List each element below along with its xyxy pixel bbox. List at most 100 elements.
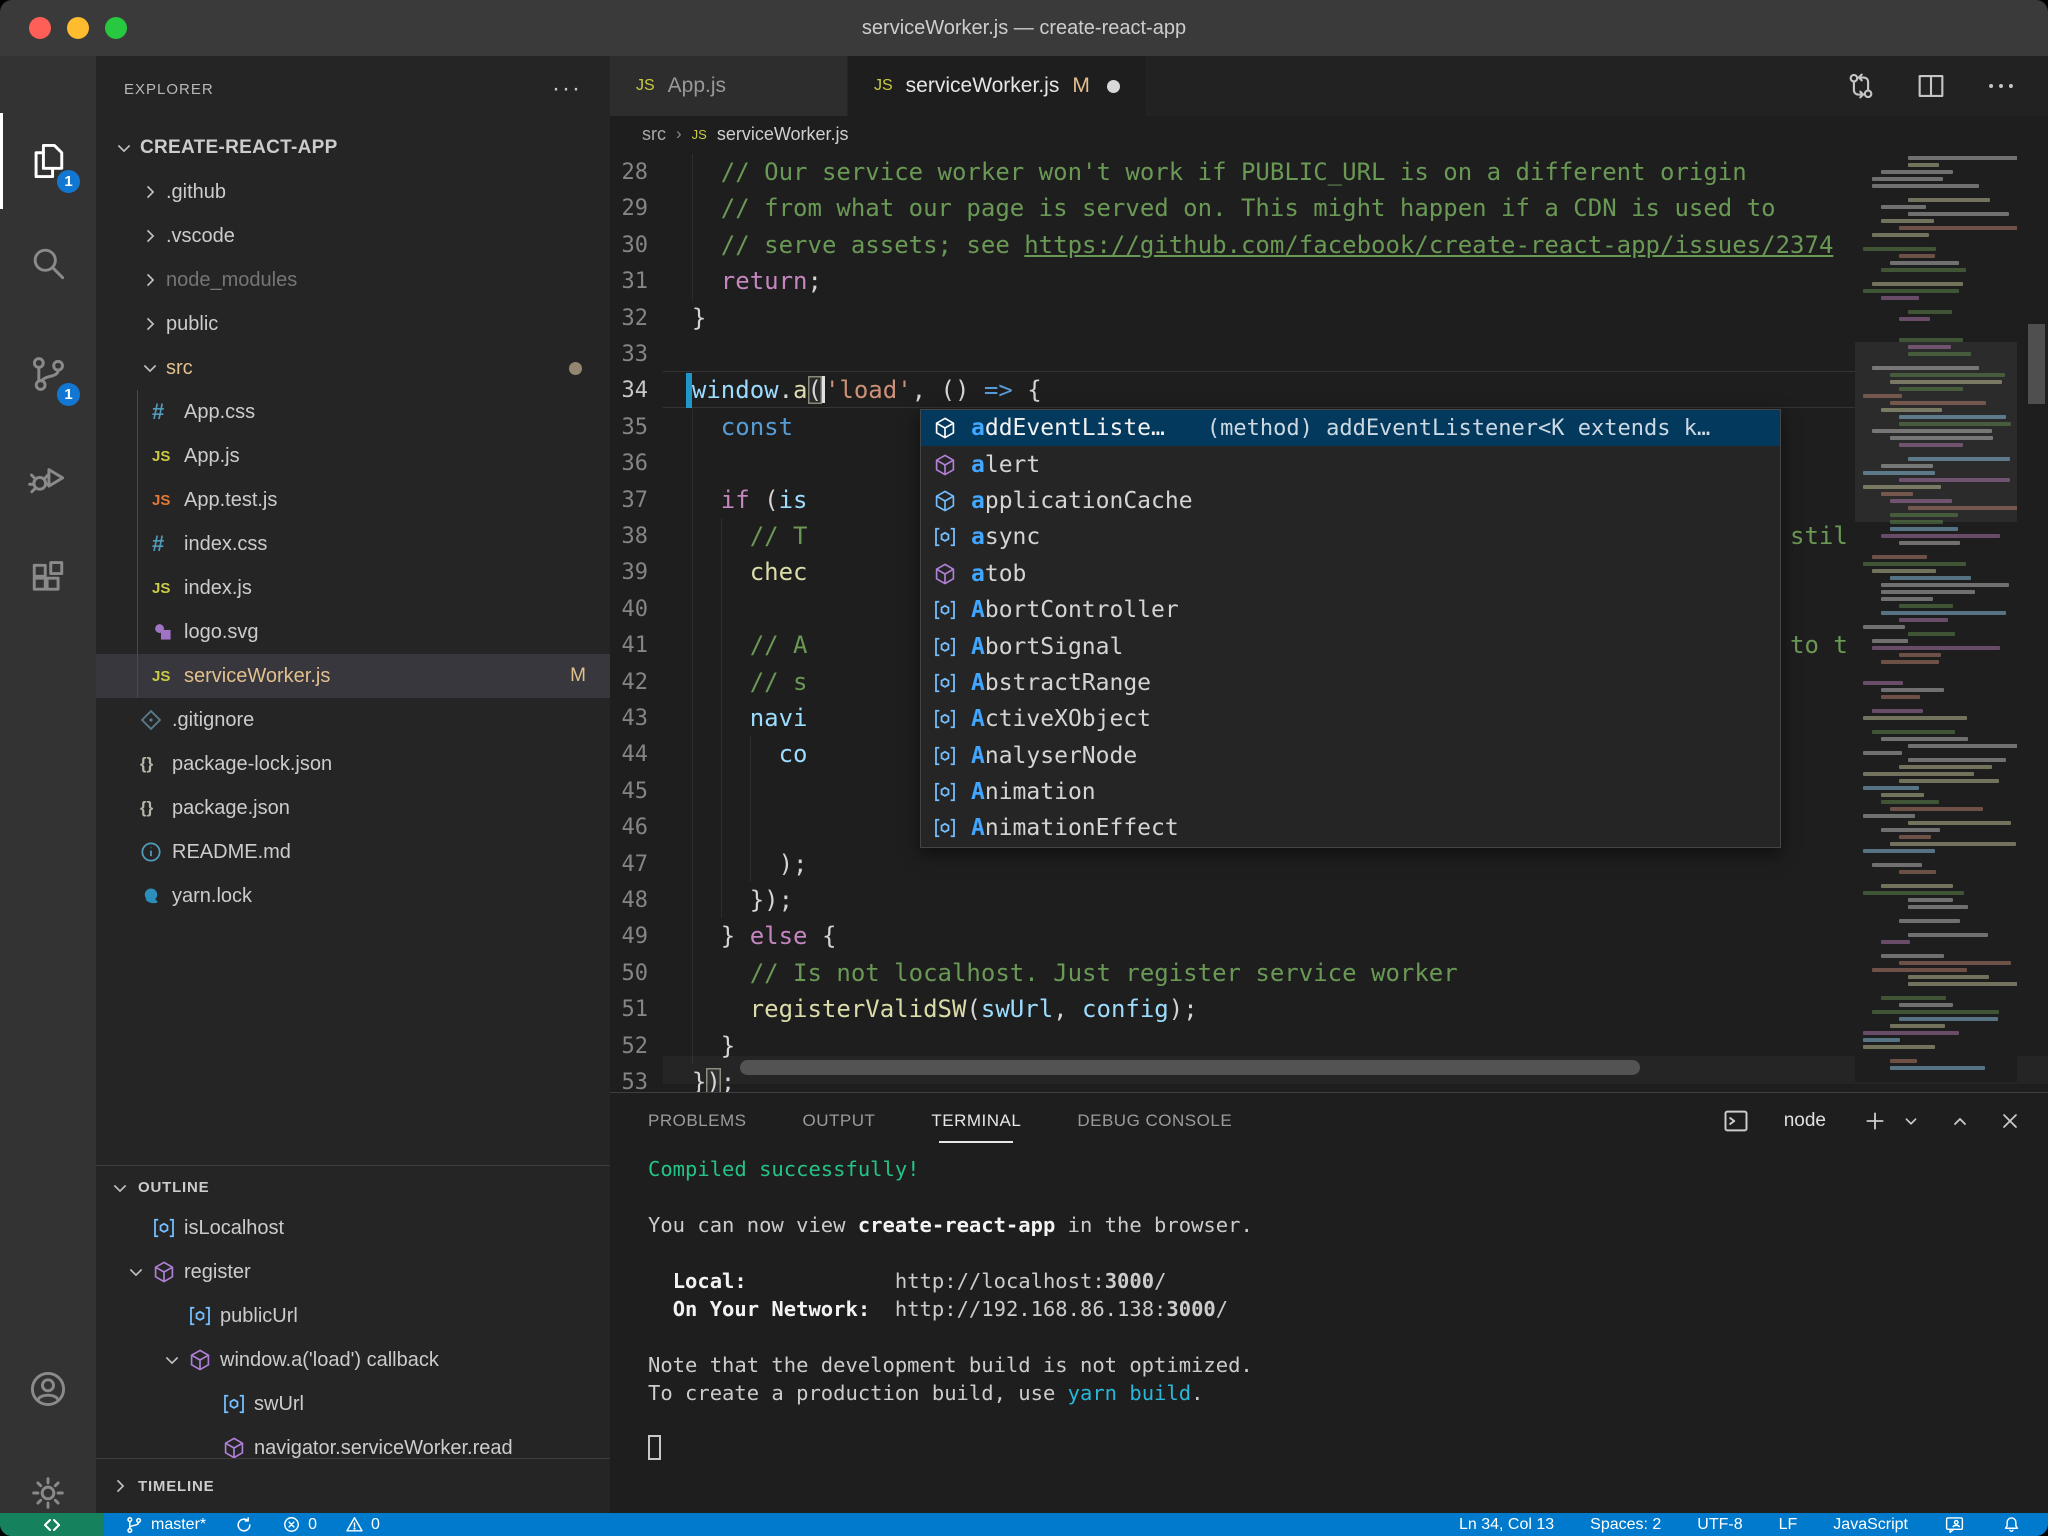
code-line-33[interactable]: 33 <box>610 336 2048 373</box>
suggest-item-alert[interactable]: alert <box>921 446 1780 482</box>
terminal-shell-label[interactable]: node <box>1784 1110 1826 1132</box>
status-notifications[interactable] <box>2001 1514 2022 1535</box>
minimize-window-button[interactable] <box>67 17 89 39</box>
panel-tab-terminal[interactable]: TERMINAL <box>931 1105 1021 1143</box>
account-icon <box>26 1367 70 1411</box>
breadcrumb-folder[interactable]: src <box>642 124 666 145</box>
activity-item-search[interactable] <box>0 215 96 311</box>
code-line-50[interactable]: 50 // Is not localhost. Just register ser… <box>610 955 2048 992</box>
tree-root[interactable]: CREATE-REACT-APP <box>96 126 610 170</box>
code-line-32[interactable]: 32} <box>610 300 2048 337</box>
tree-folder-.github[interactable]: .github <box>96 170 610 214</box>
remote-indicator[interactable] <box>0 1513 104 1536</box>
tree-folder-.vscode[interactable]: .vscode <box>96 214 610 258</box>
minimap[interactable] <box>1855 152 2017 1082</box>
activity-item-source-control[interactable]: 1 <box>0 326 96 422</box>
status-warnings[interactable]: 0 <box>345 1515 380 1534</box>
activity-item-run-debug[interactable] <box>0 428 96 524</box>
code-line-49[interactable]: 49} else { <box>610 918 2048 955</box>
timeline-section-header[interactable]: TIMELINE <box>96 1458 610 1513</box>
status-indentation[interactable]: Spaces: 2 <box>1590 1516 1661 1534</box>
close-window-button[interactable] <box>29 17 51 39</box>
info-file-icon <box>140 841 172 863</box>
suggest-item-atob[interactable]: atob <box>921 556 1780 592</box>
tree-file-package.json[interactable]: {} package.json <box>96 786 610 830</box>
suggest-item-abortcontroller[interactable]: AbortController <box>921 592 1780 628</box>
terminal-dropdown-icon[interactable] <box>1900 1110 1922 1132</box>
split-editor-button[interactable] <box>1914 69 1948 103</box>
panel-tab-debug-console[interactable]: DEBUG CONSOLE <box>1077 1105 1232 1137</box>
code-line-28[interactable]: 28 // Our service worker won't work if PU… <box>610 154 2048 191</box>
suggest-item-applicationcache[interactable]: applicationCache <box>921 483 1780 519</box>
code-editor[interactable]: 28 // Our service worker won't work if PU… <box>610 152 2048 1092</box>
status-eol[interactable]: LF <box>1779 1516 1798 1534</box>
breadcrumb-file[interactable]: serviceWorker.js <box>717 124 849 145</box>
code-line-48[interactable]: 48}); <box>610 882 2048 919</box>
activity-item-accounts[interactable] <box>0 1341 96 1437</box>
suggest-item-animationeffect[interactable]: AnimationEffect <box>921 810 1780 846</box>
outline-item-swurl[interactable]: swUrl <box>96 1382 610 1426</box>
status-errors[interactable]: 0 <box>282 1515 317 1534</box>
status-git-branch[interactable]: master* <box>124 1515 206 1535</box>
activity-item-extensions[interactable] <box>0 532 96 628</box>
code-line-29[interactable]: 29 // from what our page is served on. Th… <box>610 190 2048 227</box>
tree-folder-src[interactable]: src <box>96 346 610 390</box>
outline-item-publicurl[interactable]: publicUrl <box>96 1294 610 1338</box>
terminal-output[interactable]: Compiled successfully! You can now view … <box>648 1155 1253 1463</box>
tree-file-serviceWorker.js[interactable]: JS serviceWorker.js M <box>96 654 610 698</box>
outline-item-window-a-load-callback[interactable]: window.a('load') callback <box>96 1338 610 1382</box>
code-line-47[interactable]: 47); <box>610 846 2048 883</box>
vscrollbar-thumb[interactable] <box>2028 324 2045 404</box>
tree-file-App.js[interactable]: JS App.js <box>96 434 610 478</box>
code-line-51[interactable]: 51 registerValidSW(swUrl, config); <box>610 991 2048 1028</box>
tab-serviceWorker.js[interactable]: JS serviceWorker.js M <box>848 56 1147 116</box>
suggest-item-async[interactable]: async <box>921 519 1780 555</box>
status-sync[interactable] <box>234 1515 254 1535</box>
new-terminal-button[interactable] <box>1862 1108 1888 1134</box>
tree-file-.gitignore[interactable]: .gitignore <box>96 698 610 742</box>
code-line-31[interactable]: 31 return; <box>610 263 2048 300</box>
panel-tab-problems[interactable]: PROBLEMS <box>648 1105 746 1137</box>
status-cursor-position[interactable]: Ln 34, Col 13 <box>1459 1516 1554 1534</box>
tree-file-index.css[interactable]: # index.css <box>96 522 610 566</box>
tree-file-yarn.lock[interactable]: yarn.lock <box>96 874 610 918</box>
tree-folder-public[interactable]: public <box>96 302 610 346</box>
suggest-item-animation[interactable]: Animation <box>921 774 1780 810</box>
panel-tab-output[interactable]: OUTPUT <box>802 1105 875 1137</box>
suggest-item-addeventliste-[interactable]: addEventListe… (method) addEventListener<… <box>921 410 1780 447</box>
tab-App.js[interactable]: JS App.js <box>610 56 848 116</box>
unsaved-dot-icon[interactable] <box>1106 79 1120 93</box>
window-controls[interactable] <box>29 17 127 39</box>
suggest-item-analysernode[interactable]: AnalyserNode <box>921 738 1780 774</box>
breadcrumb[interactable]: src › JS serviceWorker.js <box>610 116 2048 152</box>
activity-item-explorer[interactable]: 1 <box>0 113 96 209</box>
tree-file-logo.svg[interactable]: logo.svg <box>96 610 610 654</box>
zoom-window-button[interactable] <box>105 17 127 39</box>
code-line-30[interactable]: 30 // serve assets; see https://github.co… <box>610 227 2048 264</box>
outline-section-header[interactable]: OUTLINE <box>96 1165 610 1209</box>
tree-file-App.css[interactable]: # App.css <box>96 390 610 434</box>
suggest-item-abstractrange[interactable]: AbstractRange <box>921 665 1780 701</box>
tree-folder-node_modules[interactable]: node_modules <box>96 258 610 302</box>
tree-file-package-lock.json[interactable]: {} package-lock.json <box>96 742 610 786</box>
open-changes-button[interactable] <box>1844 69 1878 103</box>
suggestion-label: atob <box>971 560 1027 587</box>
status-encoding[interactable]: UTF-8 <box>1697 1516 1742 1534</box>
hscrollbar-thumb[interactable] <box>740 1060 1640 1075</box>
line-number: 40 <box>621 596 649 622</box>
status-feedback[interactable] <box>1944 1514 1965 1535</box>
suggest-item-abortsignal[interactable]: AbortSignal <box>921 628 1780 664</box>
outline-item-register[interactable]: register <box>96 1250 610 1294</box>
code-line-34[interactable]: 34 window.a('load', () => { <box>610 372 2048 409</box>
tree-file-index.js[interactable]: JS index.js <box>96 566 610 610</box>
suggest-item-activexobject[interactable]: ActiveXObject <box>921 701 1780 737</box>
tree-file-README.md[interactable]: README.md <box>96 830 610 874</box>
more-actions-button[interactable] <box>1984 69 2018 103</box>
status-language-mode[interactable]: JavaScript <box>1833 1516 1908 1534</box>
more-actions-icon[interactable]: ··· <box>552 75 582 103</box>
maximize-panel-button[interactable] <box>1948 1109 1972 1133</box>
tree-file-App.test.js[interactable]: JS App.test.js <box>96 478 610 522</box>
outline-item-islocalhost[interactable]: isLocalhost <box>96 1206 610 1250</box>
close-panel-button[interactable] <box>1998 1109 2022 1133</box>
code-text: ); <box>778 849 808 878</box>
